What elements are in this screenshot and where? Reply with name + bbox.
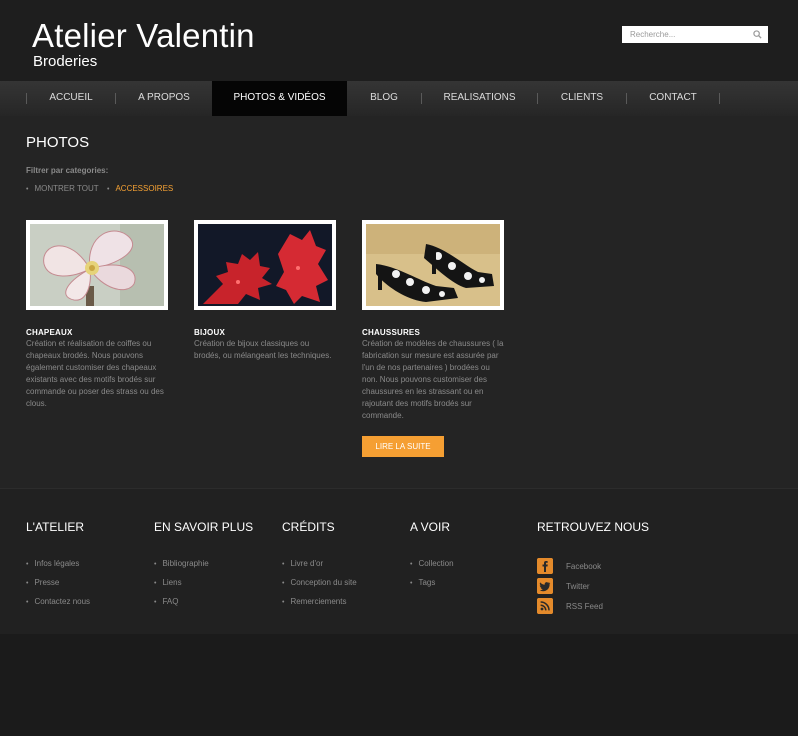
bullet-icon: • [26, 561, 29, 568]
footer-link-label[interactable]: Presse [34, 578, 59, 587]
header: Atelier Valentin Broderies [0, 0, 798, 81]
thumb-bijoux[interactable] [194, 220, 336, 310]
filter-item-montrer-tout: • MONTRER TOUT [26, 184, 99, 195]
footer-link-label[interactable]: Liens [162, 578, 181, 587]
card-text-chaussures: Création de modèles de chaussures ( la f… [362, 339, 504, 420]
nav-item-contact[interactable]: CONTACT [627, 81, 719, 116]
read-more-button[interactable]: LIRE LA SUITE [362, 436, 444, 457]
nav-item-clients[interactable]: CLIENTS [538, 81, 626, 116]
footer-link-label[interactable]: Remerciements [290, 597, 346, 606]
main-content: PHOTOS Filtrer par categories: • MONTRER … [0, 116, 798, 488]
footer-title-en-savoir-plus: EN SAVOIR PLUS [154, 520, 254, 534]
filter-link-montrer-tout[interactable]: MONTRER TOUT [34, 184, 98, 193]
footer-link-faq: • FAQ [154, 597, 178, 606]
bullet-icon: • [410, 561, 413, 568]
card-title-chaussures[interactable]: CHAUSSURES [362, 328, 420, 337]
filter-label: Filtrer par categories: [26, 166, 109, 175]
nav-item-a-propos[interactable]: A PROPOS [116, 81, 212, 116]
facebook-icon[interactable] [537, 558, 553, 574]
footer-link-conception: • Conception du site [282, 578, 357, 587]
footer-link-label[interactable]: Livre d'or [290, 559, 323, 568]
page-title: PHOTOS [26, 134, 90, 151]
social-label-rss[interactable]: RSS Feed [566, 602, 603, 611]
card-text-chapeaux: Création et réalisation de coiffes ou ch… [26, 339, 164, 408]
filter-link-accessoires[interactable]: ACCESSOIRES [115, 184, 173, 193]
footer-link-label[interactable]: Collection [418, 559, 453, 568]
bullet-icon: • [26, 599, 29, 606]
social-label-facebook[interactable]: Facebook [566, 562, 601, 571]
search-box [622, 26, 768, 43]
search-icon[interactable] [753, 30, 762, 39]
social-label-twitter[interactable]: Twitter [566, 582, 590, 591]
footer-title-retrouvez-nous: RETROUVEZ NOUS [537, 520, 650, 534]
nav-item-photos-videos[interactable]: PHOTOS & VIDÉOS [212, 81, 347, 116]
bullet-icon: • [282, 580, 285, 587]
footer-link-livre-dor: • Livre d'or [282, 559, 323, 568]
bullet-icon: • [107, 186, 110, 193]
page-bottom [0, 634, 798, 736]
filter-item-accessoires: • ACCESSOIRES [107, 184, 173, 195]
twitter-icon[interactable] [537, 578, 553, 594]
flower-hat-image [30, 224, 164, 306]
footer-link-collection: • Collection [410, 559, 454, 568]
site-subtitle: Broderies [33, 53, 98, 70]
card-title-bijoux[interactable]: BIJOUX [194, 328, 225, 337]
bullet-icon: • [154, 561, 157, 568]
bullet-icon: • [154, 599, 157, 606]
footer-title-atelier: L'ATELIER [26, 520, 85, 534]
thumb-chapeaux[interactable] [26, 220, 168, 310]
rss-icon[interactable] [537, 598, 553, 614]
card-text-bijoux: Création de bijoux classiques ou brodés,… [194, 339, 332, 360]
card-title-chapeaux[interactable]: CHAPEAUX [26, 328, 73, 337]
nav-item-accueil[interactable]: ACCUEIL [27, 81, 115, 116]
footer-title-a-voir: A VOIR [410, 520, 451, 534]
main-nav: ACCUEIL A PROPOS PHOTOS & VIDÉOS BLOG RE… [0, 81, 798, 117]
search-input[interactable] [622, 26, 756, 43]
nav-separator [719, 93, 720, 104]
footer-link-contactez-nous: • Contactez nous [26, 597, 90, 606]
footer: L'ATELIER • Infos légales • Presse • Contac… [0, 488, 798, 635]
footer-link-presse: • Presse [26, 578, 59, 587]
nav-item-realisations[interactable]: REALISATIONS [422, 81, 537, 116]
footer-link-liens: • Liens [154, 578, 182, 587]
footer-link-remerciements: • Remerciements [282, 597, 346, 606]
bullet-icon: • [154, 580, 157, 587]
footer-link-label[interactable]: Tags [418, 578, 435, 587]
thumb-chaussures[interactable] [362, 220, 504, 310]
footer-link-label[interactable]: Infos légales [34, 559, 79, 568]
bullet-icon: • [282, 561, 285, 568]
bullet-icon: • [26, 186, 29, 193]
nav-item-blog[interactable]: BLOG [347, 81, 421, 116]
bullet-icon: • [282, 599, 285, 606]
footer-link-tags: • Tags [410, 578, 435, 587]
footer-link-label[interactable]: Bibliographie [162, 559, 208, 568]
site-title[interactable]: Atelier Valentin [32, 17, 255, 55]
footer-link-label[interactable]: Contactez nous [34, 597, 90, 606]
coral-jewel-image [198, 224, 332, 306]
footer-link-bibliographie: • Bibliographie [154, 559, 209, 568]
bullet-icon: • [410, 580, 413, 587]
footer-title-credits: CRÉDITS [282, 520, 335, 534]
footer-link-label[interactable]: Conception du site [290, 578, 356, 587]
shoes-image [366, 224, 500, 306]
bullet-icon: • [26, 580, 29, 587]
footer-link-label[interactable]: FAQ [162, 597, 178, 606]
footer-link-infos-legales: • Infos légales [26, 559, 79, 568]
